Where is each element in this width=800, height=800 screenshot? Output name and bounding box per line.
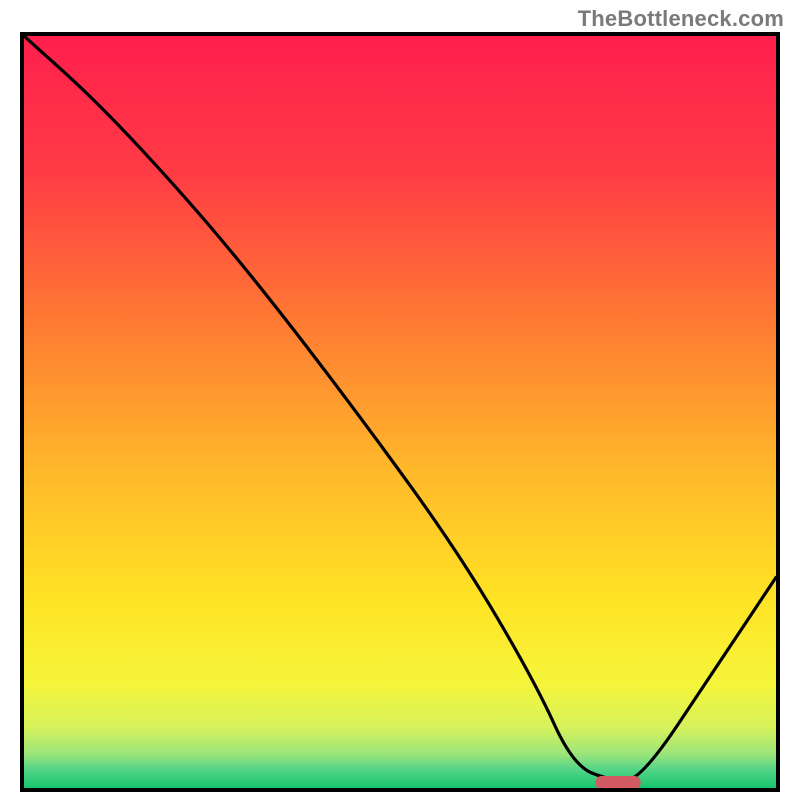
chart-frame (20, 32, 780, 792)
watermark-text: TheBottleneck.com (578, 6, 784, 32)
chart-svg (24, 36, 776, 788)
chart-stage: TheBottleneck.com (0, 0, 800, 800)
chart-background (24, 36, 776, 788)
optimum-marker (596, 776, 641, 788)
